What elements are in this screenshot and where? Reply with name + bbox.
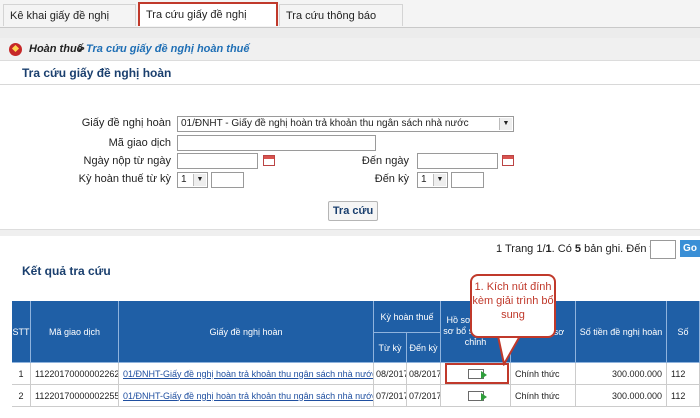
calendar-icon[interactable]	[263, 155, 275, 166]
divider	[0, 84, 700, 85]
row-request-link[interactable]: 01/ĐNHT-Giấy đề nghị hoàn trả khoản thu …	[119, 363, 374, 385]
row-amount: 300.000.000	[576, 363, 667, 385]
row-from: 08/2017	[374, 363, 407, 385]
col-request-header: Giấy đề nghị hoàn	[119, 301, 374, 363]
to-date-label: Đến ngày	[361, 155, 409, 167]
row-attach-cell	[441, 385, 511, 407]
period-from-select[interactable]: 1 ▼	[177, 172, 208, 188]
row-code: 11220170000002255	[31, 385, 119, 407]
from-date-input[interactable]	[177, 153, 258, 169]
attach-button-highlight	[445, 363, 509, 384]
divider	[0, 28, 700, 38]
page-title: Tra cứu giấy đề nghị hoàn	[22, 66, 172, 80]
tab-lookup-refund-request[interactable]: Tra cứu giấy đề nghị hoàn thuế	[138, 2, 278, 43]
period-to-year-input[interactable]	[451, 172, 484, 188]
txcode-label: Mã giao dịch	[108, 137, 171, 149]
emblem-icon	[9, 43, 22, 56]
row-to: 07/2017	[407, 385, 441, 407]
from-date-label: Ngày nộp từ ngày	[83, 155, 171, 167]
row-from: 07/2017	[374, 385, 407, 407]
row-code: 11220170000002262	[31, 363, 119, 385]
breadcrumb-current: Tra cứu giấy đề nghị hoàn thuế	[86, 43, 250, 55]
row-amount: 300.000.000	[576, 385, 667, 407]
request-type-select[interactable]: 01/ĐNHT - Giấy đề nghị hoàn trả khoản th…	[177, 116, 514, 132]
period-to-value: 1	[421, 174, 427, 185]
txcode-input[interactable]	[177, 135, 376, 151]
chevron-down-icon[interactable]: ▼	[433, 174, 446, 186]
breadcrumb-home[interactable]: Hoàn thuế	[29, 43, 83, 55]
col-to-header: Đến kỳ	[407, 333, 441, 363]
row-to: 08/2017	[407, 363, 441, 385]
col-more-header: Số	[667, 301, 700, 363]
callout-pointer	[496, 334, 522, 366]
go-button[interactable]: Go	[680, 240, 700, 257]
row-more: 112	[667, 363, 700, 385]
col-stt-header: STT	[12, 301, 31, 363]
col-code-header: Mã giao dịch	[31, 301, 119, 363]
chevron-down-icon[interactable]: ▼	[499, 118, 512, 130]
request-type-label: Giấy đề nghị hoàn	[81, 117, 171, 129]
col-period-header: Kỳ hoàn thuế	[374, 301, 441, 333]
results-title: Kết quả tra cứu	[22, 264, 111, 278]
period-from-year-input[interactable]	[211, 172, 244, 188]
pagination-text: 1 Trang 1/	[496, 243, 546, 255]
row-stt: 1	[12, 363, 31, 385]
tab-declare-refund[interactable]: Kê khai giấy đề nghị hoàn thuế	[3, 4, 136, 44]
instruction-callout: 1. Kích nút đính kèm giải trình bổ sung	[470, 274, 556, 338]
to-date-input[interactable]	[417, 153, 498, 169]
goto-page-input[interactable]	[650, 240, 676, 259]
col-amount-header: Số tiền đề nghị hoàn	[576, 301, 667, 363]
pagination-text: . Có	[551, 243, 575, 255]
row-request-link[interactable]: 01/ĐNHT-Giấy đề nghị hoàn trả khoản thu …	[119, 385, 374, 407]
period-from-value: 1	[181, 174, 187, 185]
col-from-header: Từ kỳ	[374, 333, 407, 363]
attach-file-icon[interactable]	[467, 390, 487, 401]
request-type-value: 01/ĐNHT - Giấy đề nghị hoàn trả khoản th…	[181, 118, 469, 129]
calendar-icon[interactable]	[502, 155, 514, 166]
pagination-info: 1 Trang 1/1. Có 5 bản ghi. Đến trang	[496, 243, 675, 255]
period-to-select[interactable]: 1 ▼	[417, 172, 448, 188]
row-type: Chính thức	[511, 385, 576, 407]
search-button[interactable]: Tra cứu	[328, 201, 378, 221]
chevron-down-icon[interactable]: ▼	[193, 174, 206, 186]
row-type: Chính thức	[511, 363, 576, 385]
row-more: 112	[667, 385, 700, 407]
period-from-label: Kỳ hoàn thuế từ kỳ	[78, 173, 171, 185]
breadcrumb-separator: >	[78, 43, 85, 55]
divider	[0, 229, 700, 236]
period-to-label: Đến kỳ	[374, 173, 409, 185]
row-stt: 2	[12, 385, 31, 407]
tab-lookup-refund-notice[interactable]: Tra cứu thông báo hoàn thuế	[279, 4, 403, 44]
